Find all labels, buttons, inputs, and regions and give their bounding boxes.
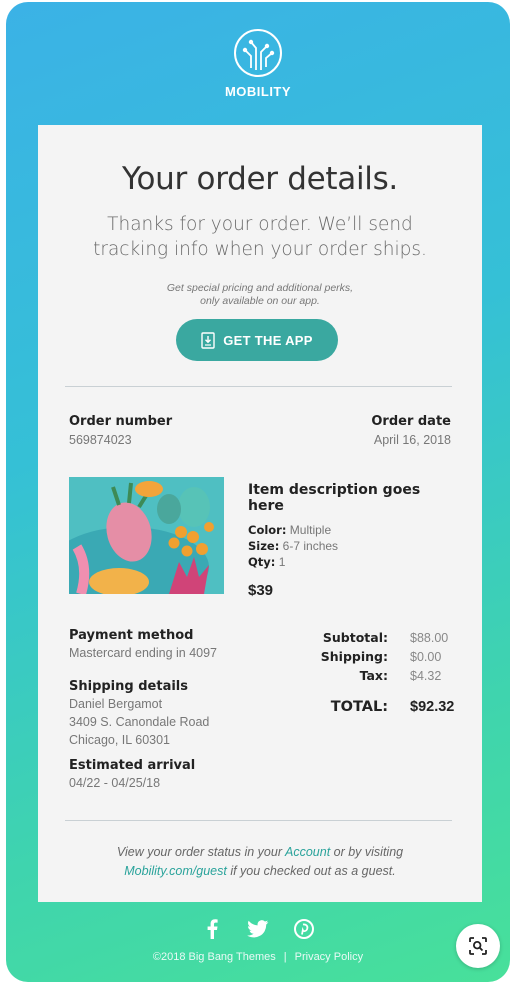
tax-label: Tax: <box>359 668 388 683</box>
note-text-2: or by visiting <box>330 845 404 859</box>
note-text-1: View your order status in your <box>116 845 285 859</box>
payment-method-value: Mastercard ending in 4097 <box>69 646 218 660</box>
fruit-still-life-image <box>69 477 224 594</box>
brand-name: MOBILITY <box>224 84 292 99</box>
item-attributes: Color: Multiple Size: 6-7 inches Qty: 1 <box>248 522 458 570</box>
order-number-label: Order number <box>69 414 173 429</box>
subtotal-label: Subtotal: <box>322 630 388 645</box>
subtotal-value: $88.00 <box>410 630 449 645</box>
order-status-note: View your order status in your Account o… <box>78 843 442 881</box>
tax-value: $4.32 <box>410 668 442 683</box>
app-promo-text: Get special pricing and additional perks… <box>118 282 402 308</box>
guest-link[interactable]: Mobility.com/guest <box>124 864 227 878</box>
facebook-icon[interactable] <box>200 917 224 941</box>
size-label: Size: <box>248 539 280 553</box>
phone-download-icon <box>201 331 215 349</box>
brand-logo[interactable]: MOBILITY <box>6 28 510 99</box>
copyright: ©2018 Big Bang Themes <box>152 951 276 963</box>
qty-value: 1 <box>278 555 286 569</box>
subtotal-row: Subtotal: $88.00 <box>288 628 458 647</box>
footer-separator: | <box>283 951 287 963</box>
shipping-name: Daniel Bergamot <box>69 697 163 711</box>
divider <box>65 386 452 387</box>
thank-you-message: Thanks for your order. We’ll send tracki… <box>93 214 427 260</box>
order-number: Order number 569874023 <box>69 414 172 448</box>
total-label: TOTAL: <box>330 698 388 715</box>
item-details: Item description goes here Color: Multip… <box>248 482 458 599</box>
total-value: $92.32 <box>410 698 455 715</box>
shipping-details-label: Shipping details <box>69 679 188 694</box>
item-title: Item description goes here <box>248 482 421 514</box>
qty-label: Qty: <box>248 555 276 569</box>
shipping-cost-label: Shipping: <box>320 649 388 664</box>
footer-legal: ©2018 Big Bang Themes | Privacy Policy <box>6 951 510 963</box>
email-frame: MOBILITY Your order details. Thanks for … <box>6 2 510 982</box>
order-number-value: 569874023 <box>69 433 132 447</box>
payment-method-label: Payment method <box>69 628 194 643</box>
order-totals: Subtotal: $88.00 Shipping: $0.00 Tax: $4… <box>288 628 458 716</box>
product-image[interactable] <box>69 477 224 594</box>
color-value: Multiple <box>289 523 332 537</box>
order-date-label: Order date <box>371 414 451 429</box>
estimated-arrival-label: Estimated arrival <box>69 758 196 773</box>
social-links <box>6 917 510 941</box>
circuit-logo-icon <box>234 29 282 77</box>
estimated-arrival-value: 04/22 - 04/25/18 <box>69 776 161 790</box>
shipping-details: Shipping details Daniel Bergamot 3409 S.… <box>69 679 269 748</box>
order-date: Order date April 16, 2018 <box>371 414 451 448</box>
shipping-cost-value: $0.00 <box>410 649 442 664</box>
image-search-icon <box>469 937 487 955</box>
order-card: Your order details. Thanks for your orde… <box>38 125 482 902</box>
note-text-3: if you checked out as a guest. <box>226 864 396 878</box>
divider <box>65 820 452 821</box>
tax-row: Tax: $4.32 <box>288 666 458 685</box>
twitter-icon[interactable] <box>246 917 270 941</box>
color-label: Color: <box>248 523 287 537</box>
payment-method: Payment method Mastercard ending in 4097 <box>69 628 269 661</box>
pinterest-icon[interactable] <box>292 917 316 941</box>
total-row: TOTAL: $92.32 <box>288 697 458 716</box>
privacy-policy-link[interactable]: Privacy Policy <box>295 951 363 963</box>
get-the-app-button[interactable]: GET THE APP <box>176 319 338 361</box>
item-price: $39 <box>248 582 274 599</box>
shipping-city: Chicago, IL 60301 <box>69 733 171 747</box>
shipping-street: 3409 S. Canondale Road <box>69 715 210 729</box>
get-the-app-label: GET THE APP <box>223 332 313 348</box>
order-info-column: Payment method Mastercard ending in 4097… <box>69 628 269 801</box>
promo-line-2: only available on our app. <box>200 295 320 307</box>
order-date-value: April 16, 2018 <box>373 433 451 447</box>
size-value: 6-7 inches <box>282 539 339 553</box>
image-search-button[interactable] <box>456 924 500 968</box>
shipping-row: Shipping: $0.00 <box>288 647 458 666</box>
promo-line-1: Get special pricing and additional perks… <box>166 282 354 294</box>
estimated-arrival: Estimated arrival 04/22 - 04/25/18 <box>69 758 269 791</box>
account-link[interactable]: Account <box>285 845 330 859</box>
page-title: Your order details. <box>122 161 398 197</box>
